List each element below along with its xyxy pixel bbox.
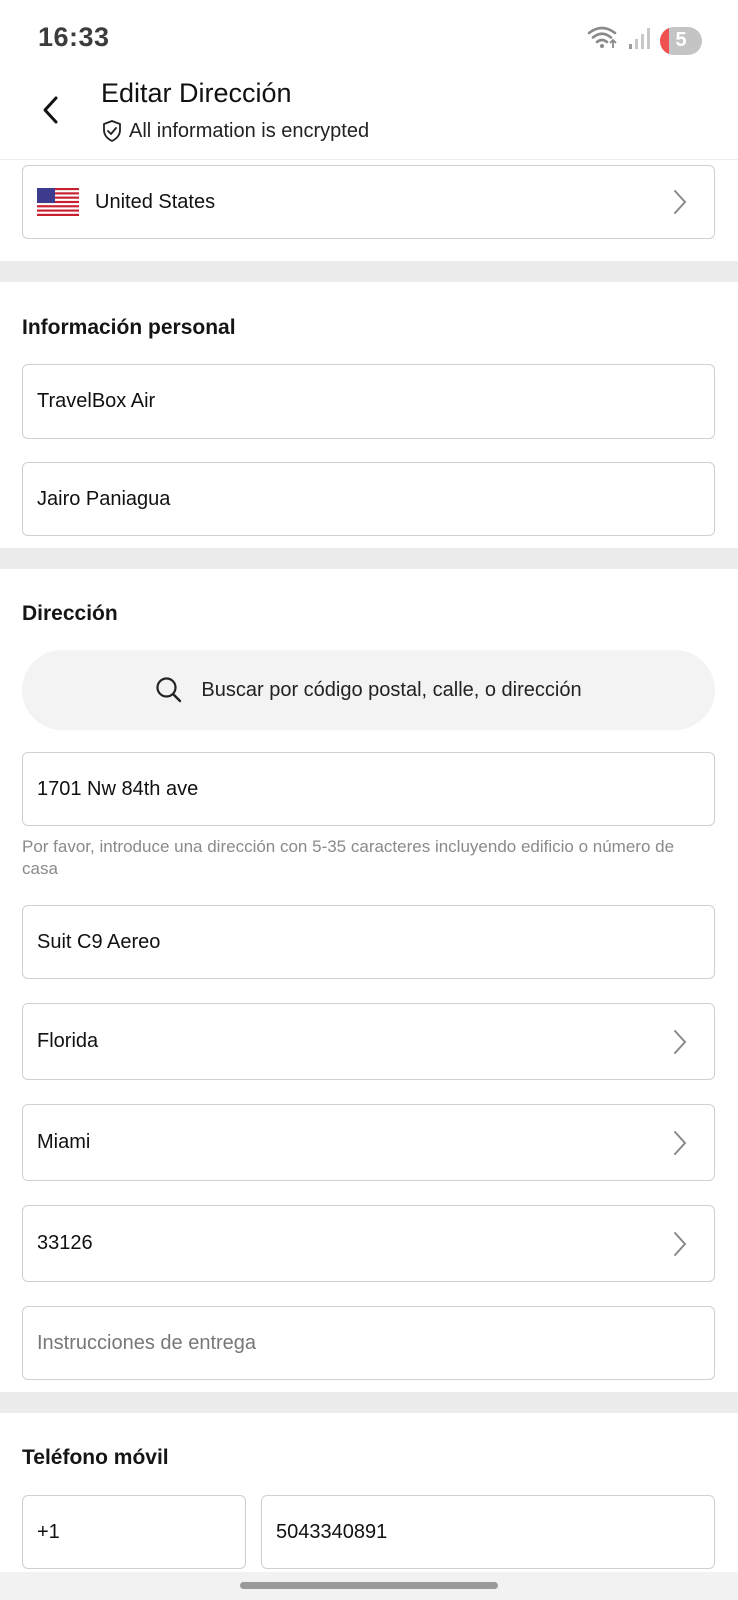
chevron-right-icon [674, 1130, 687, 1155]
shield-check-icon [103, 120, 121, 142]
phone-number-value: 5043340891 [276, 1520, 388, 1543]
street-address-field[interactable]: 1701 Nw 84th ave [22, 752, 715, 826]
back-arrow-icon [43, 96, 58, 124]
us-flag-icon [37, 188, 79, 216]
state-selector[interactable]: Florida [22, 1003, 715, 1080]
status-bar: 16:33 5 [0, 0, 738, 76]
country-code-field[interactable]: +1 [22, 1495, 246, 1569]
city-value: Miami [37, 1131, 91, 1153]
state-value: Florida [37, 1030, 99, 1052]
signal-icon [628, 25, 652, 56]
battery-level: 5 [675, 29, 687, 51]
section-divider [0, 1392, 738, 1413]
country-selector[interactable]: United States [22, 165, 715, 239]
address-search-placeholder: Buscar por código postal, calle, o direc… [201, 678, 582, 701]
section-divider [0, 261, 738, 282]
address-section-title: Dirección [22, 602, 118, 625]
back-button[interactable] [34, 90, 66, 130]
full-name-value: Jairo Paniagua [37, 487, 171, 510]
chevron-right-icon [674, 1029, 687, 1054]
company-field[interactable]: TravelBox Air [22, 364, 715, 439]
street-address-value: 1701 Nw 84th ave [37, 777, 199, 800]
delivery-instructions-placeholder: Instrucciones de entrega [37, 1331, 257, 1354]
phone-number-field[interactable]: 5043340891 [261, 1495, 715, 1569]
address-help-text: Por favor, introduce una dirección con 5… [22, 837, 675, 878]
page-title: Editar Dirección [101, 78, 292, 108]
chevron-right-icon [674, 1231, 687, 1256]
address-search-input[interactable]: Buscar por código postal, calle, o direc… [22, 650, 715, 730]
status-icons: 5 [586, 24, 702, 57]
encryption-text: All information is encrypted [129, 119, 370, 142]
personal-info-title: Información personal [22, 316, 236, 339]
battery-icon: 5 [660, 26, 702, 55]
address-line2-field[interactable]: Suit C9 Aereo [22, 905, 715, 979]
zip-selector[interactable]: 33126 [22, 1205, 715, 1282]
section-divider [0, 548, 738, 569]
country-name: United States [95, 190, 216, 213]
search-icon [156, 677, 182, 703]
home-indicator[interactable] [240, 1582, 498, 1589]
company-value: TravelBox Air [37, 390, 156, 412]
status-time: 16:33 [38, 22, 110, 52]
address-line2-value: Suit C9 Aereo [37, 930, 161, 953]
encryption-note: All information is encrypted [101, 119, 369, 143]
full-name-field[interactable]: Jairo Paniagua [22, 462, 715, 536]
country-code-value: +1 [37, 1520, 60, 1543]
phone-section-title: Teléfono móvil [22, 1446, 169, 1469]
wifi-icon [586, 24, 620, 57]
zip-value: 33126 [37, 1232, 93, 1254]
delivery-instructions-field[interactable]: Instrucciones de entrega [22, 1306, 715, 1380]
chevron-right-icon [674, 190, 687, 214]
header: Editar Dirección All information is encr… [0, 76, 738, 160]
city-selector[interactable]: Miami [22, 1104, 715, 1181]
